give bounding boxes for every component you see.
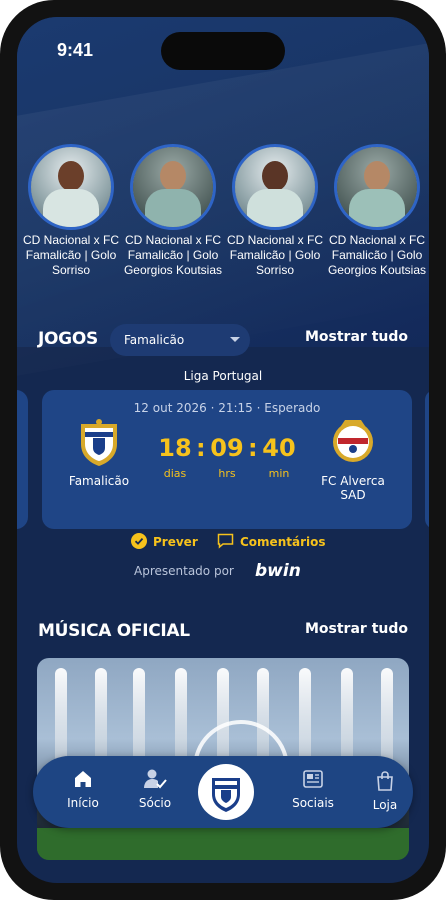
countdown-separator: : xyxy=(196,434,206,462)
next-match-card[interactable] xyxy=(425,390,429,529)
story-item[interactable]: CD Nacional x FC Famalicão | Golo Georgi… xyxy=(325,144,429,278)
countdown-hours-label: hrs xyxy=(218,467,236,480)
away-team: FC Alverca SAD xyxy=(308,418,398,502)
away-team-name: FC Alverca SAD xyxy=(321,474,385,502)
stories-carousel[interactable]: CD Nacional x FC Famalicão | Golo Sorris… xyxy=(17,144,429,324)
video-pitch xyxy=(37,828,409,860)
comments-label: Comentários xyxy=(240,535,326,549)
story-item[interactable]: CD Nacional x FC Famalicão | Golo Sorris… xyxy=(223,144,327,278)
tab-home-label: Início xyxy=(67,796,99,810)
bottom-tab-bar: Início Sócio Sociais Loja xyxy=(33,756,413,828)
tab-store[interactable]: Loja xyxy=(355,770,415,812)
tab-social[interactable]: Sociais xyxy=(283,768,343,810)
music-title: MÚSICA OFICIAL xyxy=(38,621,190,641)
music-show-all-link[interactable]: Mostrar tudo xyxy=(305,621,408,637)
story-caption: CD Nacional x FC Famalicão | Golo Georgi… xyxy=(123,233,223,277)
home-team-name: Famalicão xyxy=(68,474,130,488)
tab-member[interactable]: Sócio xyxy=(125,768,185,810)
tab-member-label: Sócio xyxy=(138,796,172,810)
tab-store-label: Loja xyxy=(372,798,398,812)
home-team: Famalicão xyxy=(54,418,144,488)
home-icon xyxy=(75,771,91,787)
dynamic-island xyxy=(161,32,285,70)
story-caption: CD Nacional x FC Famalicão | Golo Sorris… xyxy=(22,233,120,277)
member-check-icon xyxy=(144,769,167,789)
games-title: JOGOS xyxy=(38,329,98,349)
countdown-minutes: 40 xyxy=(262,434,296,462)
check-circle-icon xyxy=(131,533,147,549)
predict-button[interactable]: Prever xyxy=(131,533,198,551)
newspaper-icon xyxy=(303,770,323,788)
story-item[interactable]: CD Nacional x FC Famalicão | Golo Sorris… xyxy=(19,144,123,278)
story-thumbnail[interactable] xyxy=(28,144,114,230)
club-crest-button[interactable] xyxy=(198,764,254,820)
team-filter-value: Famalicão xyxy=(124,333,185,347)
story-item[interactable]: CD Nacional x FC Famalicão | Golo Georgi… xyxy=(121,144,225,278)
chevron-down-icon xyxy=(230,337,240,342)
status-time: 9:41 xyxy=(57,40,94,60)
countdown-hours: 09 xyxy=(210,434,244,462)
sponsor-logo[interactable]: bwin xyxy=(255,561,301,581)
team-filter-select[interactable]: Famalicão xyxy=(110,324,250,356)
story-thumbnail[interactable] xyxy=(130,144,216,230)
story-thumbnail[interactable] xyxy=(334,144,420,230)
match-card[interactable]: 12 out 2026 · 21:15 · Esperado Famalicão xyxy=(42,390,412,529)
games-header: JOGOS Famalicão Mostrar tudo xyxy=(38,324,408,356)
story-caption: CD Nacional x FC Famalicão | Golo Sorris… xyxy=(226,233,324,277)
countdown-separator: : xyxy=(248,434,258,462)
tab-social-label: Sociais xyxy=(292,796,334,810)
match-datetime: 12 out 2026 · 21:15 · Esperado xyxy=(133,401,321,415)
countdown-days: 18 xyxy=(158,434,192,462)
countdown-days-label: dias xyxy=(163,467,187,480)
comment-icon xyxy=(217,533,234,549)
famalicao-crest-icon xyxy=(76,418,122,468)
music-header: MÚSICA OFICIAL Mostrar tudo xyxy=(38,616,408,648)
match-actions: Prever Comentários xyxy=(17,533,429,553)
alverca-crest-icon xyxy=(330,418,376,468)
story-thumbnail[interactable] xyxy=(232,144,318,230)
countdown-minutes-label: min xyxy=(268,467,290,480)
app-screen: 9:41 CD Nacional x FC Famalicão | Golo S… xyxy=(17,17,429,883)
story-caption: CD Nacional x FC Famalicão | Golo Georgi… xyxy=(327,233,427,277)
games-show-all-link[interactable]: Mostrar tudo xyxy=(305,329,408,345)
previous-match-card[interactable] xyxy=(17,390,28,529)
club-crest-icon xyxy=(212,778,240,812)
predict-label: Prever xyxy=(153,535,198,549)
sponsor-row: Apresentado por bwin xyxy=(17,561,429,582)
presented-by-label: Apresentado por xyxy=(134,564,234,578)
tab-home[interactable]: Início xyxy=(53,768,113,810)
league-name: Liga Portugal xyxy=(183,369,263,383)
shopping-bag-icon xyxy=(377,771,393,791)
comments-button[interactable]: Comentários xyxy=(217,533,326,551)
phone-frame: 9:41 CD Nacional x FC Famalicão | Golo S… xyxy=(0,0,446,900)
